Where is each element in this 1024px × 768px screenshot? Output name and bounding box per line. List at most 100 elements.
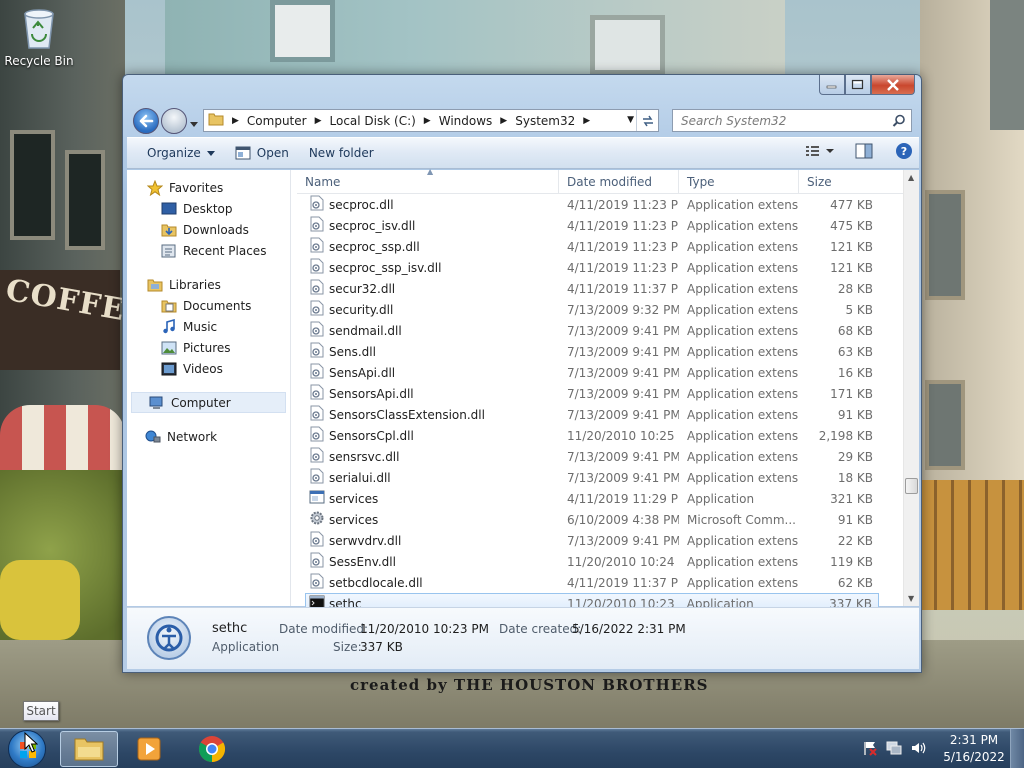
minimize-button[interactable]: [819, 75, 845, 95]
file-row[interactable]: serialui.dll 7/13/2009 9:41 PM Application…: [297, 467, 903, 488]
file-name-cell[interactable]: SensorsClassExtension.dll: [297, 405, 559, 424]
back-button[interactable]: [133, 108, 159, 134]
breadcrumb-computer[interactable]: Computer: [247, 114, 307, 128]
scrollbar-thumb[interactable]: [905, 478, 918, 494]
file-type: Application extens...: [687, 407, 799, 422]
column-header-date-modified[interactable]: Date modified: [559, 170, 679, 194]
breadcrumb-chevron-icon[interactable]: ▶: [232, 116, 239, 126]
file-row[interactable]: secproc_isv.dll 4/11/2019 11:23 PM Applica…: [297, 215, 903, 236]
taskbar-media-player-button[interactable]: [120, 731, 178, 767]
file-row[interactable]: SensApi.dll 7/13/2009 9:41 PM Application …: [297, 362, 903, 383]
file-row[interactable]: secproc_ssp.dll 4/11/2019 11:23 PM Applica…: [297, 236, 903, 257]
file-row[interactable]: sensrsvc.dll 7/13/2009 9:41 PM Application…: [297, 446, 903, 467]
file-name-cell[interactable]: secproc_ssp.dll: [297, 237, 559, 256]
file-name-cell[interactable]: secur32.dll: [297, 279, 559, 298]
file-row[interactable]: secproc_ssp_isv.dll 4/11/2019 11:23 PM App…: [297, 257, 903, 278]
file-name-cell[interactable]: secproc_isv.dll: [297, 216, 559, 235]
file-row[interactable]: services 4/11/2019 11:29 PM Application 321…: [297, 488, 903, 509]
network-tray-icon[interactable]: [886, 740, 902, 759]
nav-computer[interactable]: Computer: [131, 392, 286, 413]
preview-pane-button[interactable]: [855, 143, 873, 162]
taskbar-explorer-button[interactable]: [60, 731, 118, 767]
new-folder-label: New folder: [308, 146, 374, 160]
address-bar[interactable]: ▶ Computer ▶ Local Disk (C:) ▶ Windows ▶…: [203, 109, 659, 132]
nav-recent-places[interactable]: Recent Places: [127, 240, 290, 261]
file-name-cell[interactable]: SessEnv.dll: [297, 552, 559, 571]
search-input[interactable]: [681, 113, 881, 128]
close-button[interactable]: [871, 75, 915, 95]
breadcrumb-chevron-icon[interactable]: ▶: [424, 116, 431, 126]
nav-network[interactable]: Network: [127, 426, 290, 447]
help-button[interactable]: ?: [895, 142, 913, 163]
file-name-cell[interactable]: sensrsvc.dll: [297, 447, 559, 466]
file-name-cell[interactable]: services: [297, 489, 559, 508]
nav-libraries[interactable]: Libraries: [127, 274, 290, 295]
breadcrumb-windows[interactable]: Windows: [439, 114, 493, 128]
file-row[interactable]: secur32.dll 4/11/2019 11:37 PM Application…: [297, 278, 903, 299]
nav-music[interactable]: Music: [127, 316, 290, 337]
file-row[interactable]: SensorsApi.dll 7/13/2009 9:41 PM Applicati…: [297, 383, 903, 404]
new-folder-button[interactable]: New folder: [299, 140, 384, 166]
breadcrumb-chevron-icon[interactable]: ▶: [583, 116, 590, 126]
system-clock[interactable]: 2:31 PM 5/16/2022: [940, 732, 1008, 766]
column-header-size[interactable]: Size: [799, 170, 879, 194]
action-center-flag-icon[interactable]: [862, 740, 878, 759]
file-row[interactable]: sendmail.dll 7/13/2009 9:41 PM Application…: [297, 320, 903, 341]
address-history-dropdown[interactable]: ▼: [627, 115, 634, 125]
search-box[interactable]: [672, 109, 912, 132]
vertical-scrollbar[interactable]: ▲ ▼: [903, 170, 919, 606]
chrome-icon: [198, 736, 226, 763]
nav-downloads[interactable]: Downloads: [127, 219, 290, 240]
file-row[interactable]: security.dll 7/13/2009 9:32 PM Application…: [297, 299, 903, 320]
recent-pages-dropdown[interactable]: [190, 117, 198, 131]
file-name-cell[interactable]: sendmail.dll: [297, 321, 559, 340]
nav-desktop[interactable]: Desktop: [127, 198, 290, 219]
file-name-cell[interactable]: security.dll: [297, 300, 559, 319]
column-header-name[interactable]: ▲ Name: [297, 167, 559, 194]
file-row[interactable]: SensorsClassExtension.dll 7/13/2009 9:41 …: [297, 404, 903, 425]
refresh-button[interactable]: [636, 110, 658, 131]
file-name-cell[interactable]: SensApi.dll: [297, 363, 559, 382]
file-row[interactable]: serwvdrv.dll 7/13/2009 9:41 PM Application…: [297, 530, 903, 551]
breadcrumb-chevron-icon[interactable]: ▶: [500, 116, 507, 126]
breadcrumb-chevron-icon[interactable]: ▶: [315, 116, 322, 126]
file-name-cell[interactable]: secproc.dll: [297, 195, 559, 214]
nav-documents[interactable]: Documents: [127, 295, 290, 316]
change-view-button[interactable]: [805, 143, 835, 162]
file-row[interactable]: secproc.dll 4/11/2019 11:23 PM Application…: [297, 194, 903, 215]
file-name-cell[interactable]: SensorsApi.dll: [297, 384, 559, 403]
volume-icon[interactable]: [910, 740, 926, 759]
organize-button[interactable]: Organize: [137, 140, 225, 166]
file-row[interactable]: Sens.dll 7/13/2009 9:41 PM Application ext…: [297, 341, 903, 362]
nav-desktop-label: Desktop: [183, 201, 233, 216]
file-name-cell[interactable]: SensorsCpl.dll: [297, 426, 559, 445]
file-row[interactable]: SessEnv.dll 11/20/2010 10:24 ... Applicati…: [297, 551, 903, 572]
file-name-cell[interactable]: secproc_ssp_isv.dll: [297, 258, 559, 277]
close-icon: [887, 78, 899, 91]
breadcrumb-system32[interactable]: System32: [515, 114, 575, 128]
nav-favorites[interactable]: Favorites: [127, 177, 290, 198]
file-name-cell[interactable]: serialui.dll: [297, 468, 559, 487]
search-icon[interactable]: [892, 114, 906, 131]
file-row[interactable]: SensorsCpl.dll 11/20/2010 10:25 ... Applic…: [297, 425, 903, 446]
file-row[interactable]: setbcdlocale.dll 4/11/2019 11:37 PM Applic…: [297, 572, 903, 593]
forward-button[interactable]: [161, 108, 187, 134]
file-row[interactable]: services 6/10/2009 4:38 PM Microsoft Comm.…: [297, 509, 903, 530]
breadcrumb-local-disk[interactable]: Local Disk (C:): [330, 114, 416, 128]
recycle-bin-desktop-icon[interactable]: Recycle Bin: [4, 6, 74, 68]
file-name-cell[interactable]: services: [297, 510, 559, 529]
column-header-type[interactable]: Type: [679, 170, 799, 194]
file-name-cell[interactable]: setbcdlocale.dll: [297, 573, 559, 592]
taskbar-chrome-button[interactable]: [183, 731, 241, 767]
nav-videos[interactable]: Videos: [127, 358, 290, 379]
scroll-down-arrow-icon[interactable]: ▼: [908, 594, 914, 603]
nav-pictures[interactable]: Pictures: [127, 337, 290, 358]
file-name-cell[interactable]: Sens.dll: [297, 342, 559, 361]
open-button[interactable]: Open: [225, 140, 299, 166]
maximize-button[interactable]: [845, 75, 871, 95]
show-desktop-button[interactable]: [1010, 729, 1024, 768]
dll-file-icon: [309, 321, 325, 340]
file-name-cell[interactable]: serwvdrv.dll: [297, 531, 559, 550]
scroll-up-arrow-icon[interactable]: ▲: [908, 173, 914, 182]
file-size: 171 KB: [830, 386, 873, 401]
